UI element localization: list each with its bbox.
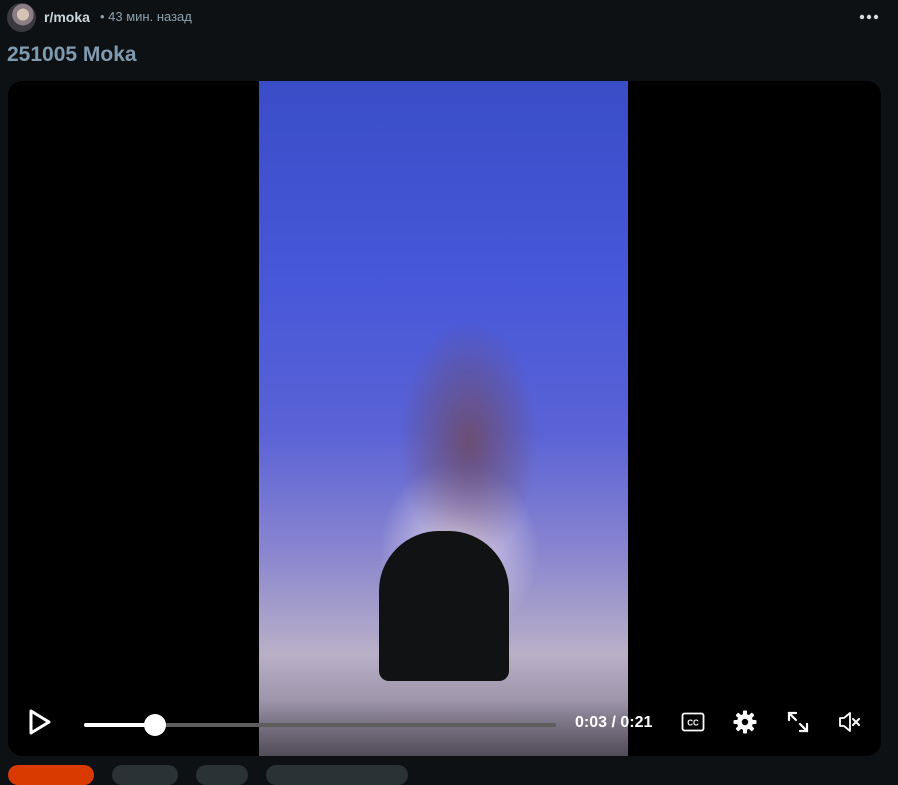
more-options-icon — [859, 14, 879, 20]
play-button[interactable] — [28, 709, 52, 735]
muted-speaker-icon — [839, 712, 860, 732]
post-timestamp: • 43 мин. назад — [100, 9, 192, 24]
play-icon — [29, 709, 51, 735]
closed-captions-button[interactable]: CC — [681, 710, 705, 734]
comments-pill[interactable] — [112, 765, 178, 785]
post-header: r/moka • 43 мин. назад — [0, 0, 898, 36]
svg-text:CC: CC — [687, 719, 699, 728]
progress-bar[interactable] — [84, 714, 556, 736]
post-title[interactable]: 251005 Moka — [7, 43, 137, 67]
mute-button[interactable] — [838, 710, 862, 734]
fullscreen-icon — [787, 711, 809, 733]
upvote-pill[interactable] — [8, 765, 94, 785]
subreddit-avatar[interactable] — [7, 3, 36, 32]
subreddit-link[interactable]: r/moka — [44, 9, 90, 25]
time-display: 0:03 / 0:21 — [575, 714, 653, 731]
closed-captions-icon: CC — [681, 712, 705, 732]
more-options-button[interactable] — [858, 8, 880, 26]
award-pill[interactable] — [196, 765, 248, 785]
video-player[interactable]: 0:03 / 0:21 CC — [8, 81, 881, 756]
fullscreen-button[interactable] — [786, 710, 810, 734]
settings-button[interactable] — [733, 710, 757, 734]
video-content-stage-light — [379, 531, 509, 681]
share-pill[interactable] — [266, 765, 408, 785]
settings-gear-icon — [733, 710, 757, 734]
video-controls: 0:03 / 0:21 CC — [8, 699, 881, 756]
progress-scrubber[interactable] — [143, 714, 166, 736]
video-frame[interactable] — [259, 81, 628, 756]
